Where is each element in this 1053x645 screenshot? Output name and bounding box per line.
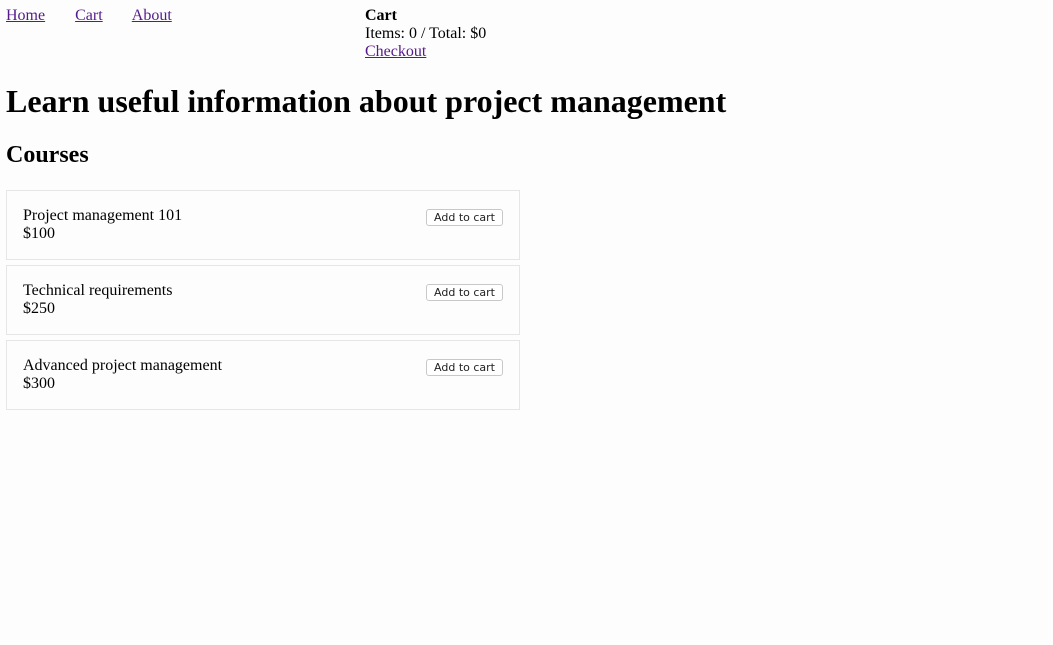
course-price: $250 bbox=[23, 300, 55, 317]
add-to-cart-button[interactable]: Add to cart bbox=[426, 359, 503, 376]
checkout-link[interactable]: Checkout bbox=[365, 43, 426, 61]
course-price: $300 bbox=[23, 375, 55, 392]
course-card: Project management 101 $100 Add to cart bbox=[6, 190, 520, 260]
nav-link-home[interactable]: Home bbox=[6, 7, 45, 24]
page: Home Cart About Cart Items: 0 / Total: $… bbox=[0, 0, 1053, 645]
course-price: $100 bbox=[23, 225, 55, 242]
add-to-cart-button[interactable]: Add to cart bbox=[426, 209, 503, 226]
cart-title: Cart bbox=[365, 7, 397, 24]
page-title: Learn useful information about project m… bbox=[6, 83, 727, 119]
nav-link-cart[interactable]: Cart bbox=[75, 7, 103, 24]
course-card: Technical requirements $250 Add to cart bbox=[6, 265, 520, 335]
nav-link-about[interactable]: About bbox=[132, 7, 172, 24]
add-to-cart-button[interactable]: Add to cart bbox=[426, 284, 503, 301]
cart-items-total: Items: 0 / Total: $0 bbox=[365, 25, 487, 42]
course-list: Project management 101 $100 Add to cart … bbox=[6, 190, 520, 410]
top-nav: Home Cart About bbox=[6, 7, 172, 25]
course-card: Advanced project management $300 Add to … bbox=[6, 340, 520, 410]
cart-summary: Cart Items: 0 / Total: $0 Checkout bbox=[365, 7, 486, 61]
courses-heading: Courses bbox=[6, 142, 89, 168]
